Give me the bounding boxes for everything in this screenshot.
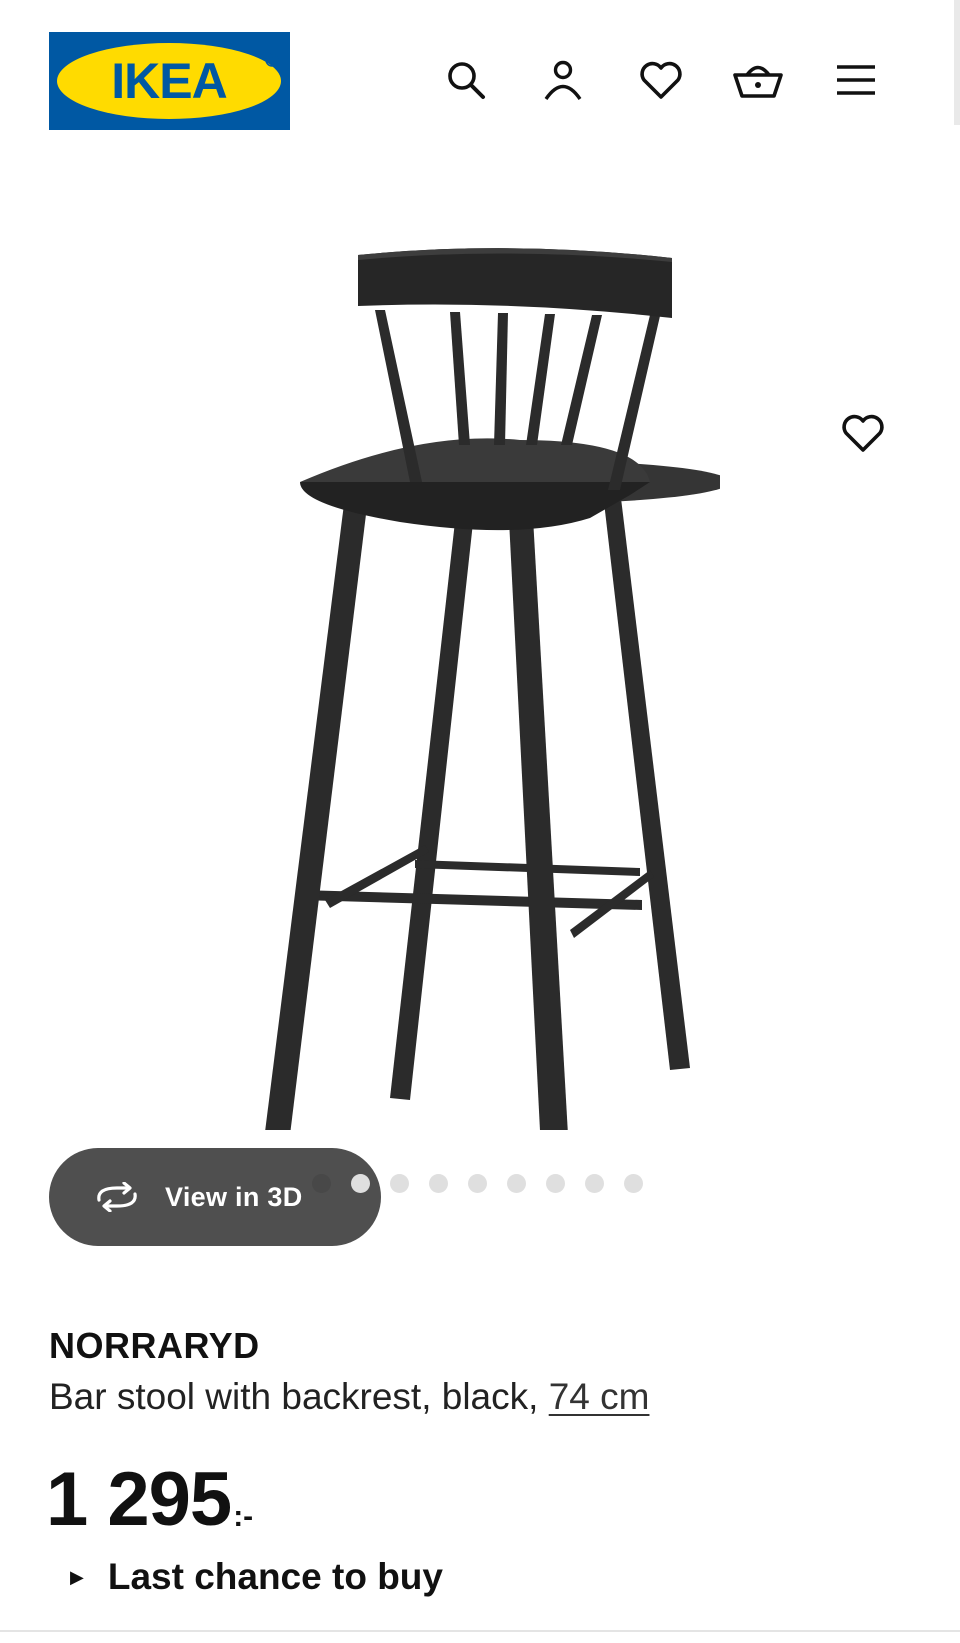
carousel-indicator [312,1174,643,1193]
shopping-bag-icon[interactable] [732,54,784,106]
carousel-dot[interactable] [390,1174,409,1193]
carousel-dot[interactable] [507,1174,526,1193]
search-icon[interactable] [440,54,492,106]
view-in-3d-label: View in 3D [165,1181,303,1212]
carousel-dot[interactable] [312,1174,331,1193]
favourites-icon[interactable] [635,54,687,106]
divider [0,1630,960,1632]
product-description-text: Bar stool with backrest, black, [49,1376,549,1417]
heart-icon [842,414,884,452]
caret-right-icon: ▶ [70,1566,84,1587]
svg-text:R: R [269,56,275,65]
availability-toggle[interactable]: ▶ Last chance to buy [70,1556,443,1598]
svg-text:IKEA: IKEA [111,53,226,109]
menu-icon[interactable] [830,54,882,106]
price-amount: 1 295 [46,1457,232,1542]
product-description: Bar stool with backrest, black, 74 cm [49,1376,649,1418]
account-icon[interactable] [537,54,589,106]
site-header: IKEA R [0,0,960,150]
availability-note: Last chance to buy [107,1556,443,1597]
product-name: NORRARYD [49,1325,260,1366]
price-currency: :- [233,1500,254,1533]
product-price: 1 295 :- [46,1458,253,1542]
ikea-logo[interactable]: IKEA R [49,32,290,130]
scrollbar[interactable] [954,0,960,125]
rotate-3d-icon [91,1182,143,1212]
carousel-dot[interactable] [624,1174,643,1193]
carousel-dot[interactable] [351,1174,370,1193]
view-in-3d-button[interactable]: View in 3D [49,1148,381,1246]
carousel-dot[interactable] [585,1174,604,1193]
carousel-dot[interactable] [468,1174,487,1193]
carousel-dot[interactable] [429,1174,448,1193]
product-size-link[interactable]: 74 cm [549,1376,650,1417]
add-to-favourites-button[interactable] [836,406,890,460]
product-image-gallery[interactable]: View in 3D [0,150,960,1246]
product-image [240,200,730,1170]
carousel-dot[interactable] [546,1174,565,1193]
